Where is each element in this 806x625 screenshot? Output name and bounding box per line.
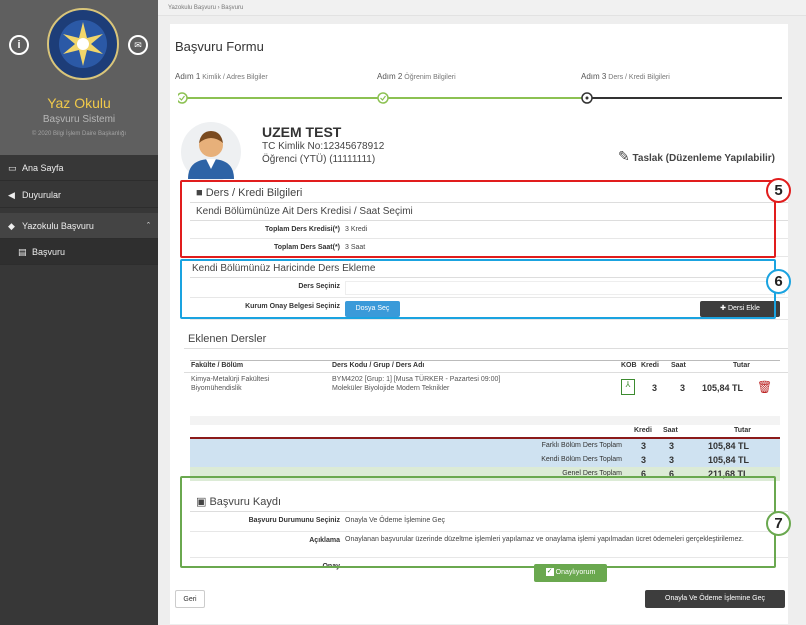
app-subtitle: Başvuru Sistemi	[42, 114, 116, 125]
info-button[interactable]: i	[9, 35, 29, 55]
form-panel: Başvuru Formu Adım 1 Kimlik / Adres Bilg…	[170, 24, 791, 624]
pdf-icon[interactable]: ⅄	[621, 379, 635, 395]
step-2-label: Adım 2 Öğrenim Bilgileri	[377, 72, 456, 81]
app-title: Yaz Okulu	[47, 95, 111, 111]
document-icon: ▤	[18, 247, 27, 257]
annotation-number-5: 5	[766, 178, 791, 203]
step-3-label: Adım 3 Ders / Kredi Bilgileri	[581, 72, 670, 81]
summary-row: Kendi Bölüm Ders Toplam 3 3 105,84 TL	[190, 453, 780, 467]
step-progress	[178, 92, 782, 104]
university-logo-icon	[47, 8, 119, 80]
draft-status: ✎ Taslak (Düzenleme Yapılabilir)	[618, 148, 775, 164]
added-courses-section: Eklenen Dersler Fakülte / Bölüm Ders Kod…	[184, 330, 788, 481]
sidebar-item-ana-sayfa[interactable]: ▭ Ana Sayfa	[0, 155, 158, 181]
graduation-cap-icon: ◆	[8, 221, 15, 231]
megaphone-icon: ◀	[8, 190, 15, 200]
edit-icon: ✎	[618, 148, 630, 164]
back-button[interactable]: Geri	[175, 590, 205, 608]
approve-submit-button[interactable]: Onayla Ve Ödeme İşlemine Geç	[645, 590, 785, 608]
breadcrumb-root[interactable]: Yazokulu Başvuru	[168, 5, 216, 11]
chevron-up-icon: ˆ	[147, 221, 150, 231]
sidebar-item-basvuru[interactable]: ▤ Başvuru	[0, 239, 158, 265]
user-name: UZEM TEST	[262, 124, 342, 140]
mail-button[interactable]: ✉	[128, 35, 148, 55]
summary-row: Farklı Bölüm Ders Toplam 3 3 105,84 TL	[190, 439, 780, 453]
annotation-box-5	[180, 180, 776, 258]
avatar	[181, 122, 241, 182]
table-row: Kimya-Metalürji Fakültesi Biyomühendisli…	[184, 372, 788, 412]
sidebar-item-duyurular[interactable]: ◀ Duyurular	[0, 182, 158, 208]
delete-icon[interactable]: 🗑	[757, 380, 772, 394]
page-title: Başvuru Formu	[175, 39, 264, 54]
annotation-box-7	[180, 476, 776, 568]
annotation-box-6	[180, 259, 776, 319]
breadcrumb-current: Başvuru	[221, 5, 244, 11]
annotation-number-7: 7	[766, 511, 791, 536]
copyright-text: © 2020 Bilgi İşlem Daire Başkanlığı	[31, 131, 127, 137]
sidebar-item-yazokulu-basvuru[interactable]: ◆ Yazokulu Başvuru ˆ	[0, 213, 158, 239]
step-1-label: Adım 1 Kimlik / Adres Bilgiler	[175, 72, 268, 81]
user-tc-number: TC Kimlik No:12345678912	[262, 141, 385, 152]
added-courses-title: Eklenen Dersler	[184, 330, 788, 349]
user-student-info: Öğrenci (YTÜ) (11111111)	[262, 154, 376, 165]
sidebar-header: i ✉ Yaz Okulu Başvuru Sistemi © 2020 Bil…	[0, 0, 158, 155]
monitor-icon: ▭	[8, 163, 17, 173]
sidebar: i ✉ Yaz Okulu Başvuru Sistemi © 2020 Bil…	[0, 0, 158, 625]
annotation-number-6: 6	[766, 269, 791, 294]
main-area: Başvuru Formu Adım 1 Kimlik / Adres Bilg…	[158, 16, 806, 625]
breadcrumb: Yazokulu Başvuru › Başvuru	[158, 0, 806, 16]
checkbox-icon: ✓	[545, 568, 554, 577]
